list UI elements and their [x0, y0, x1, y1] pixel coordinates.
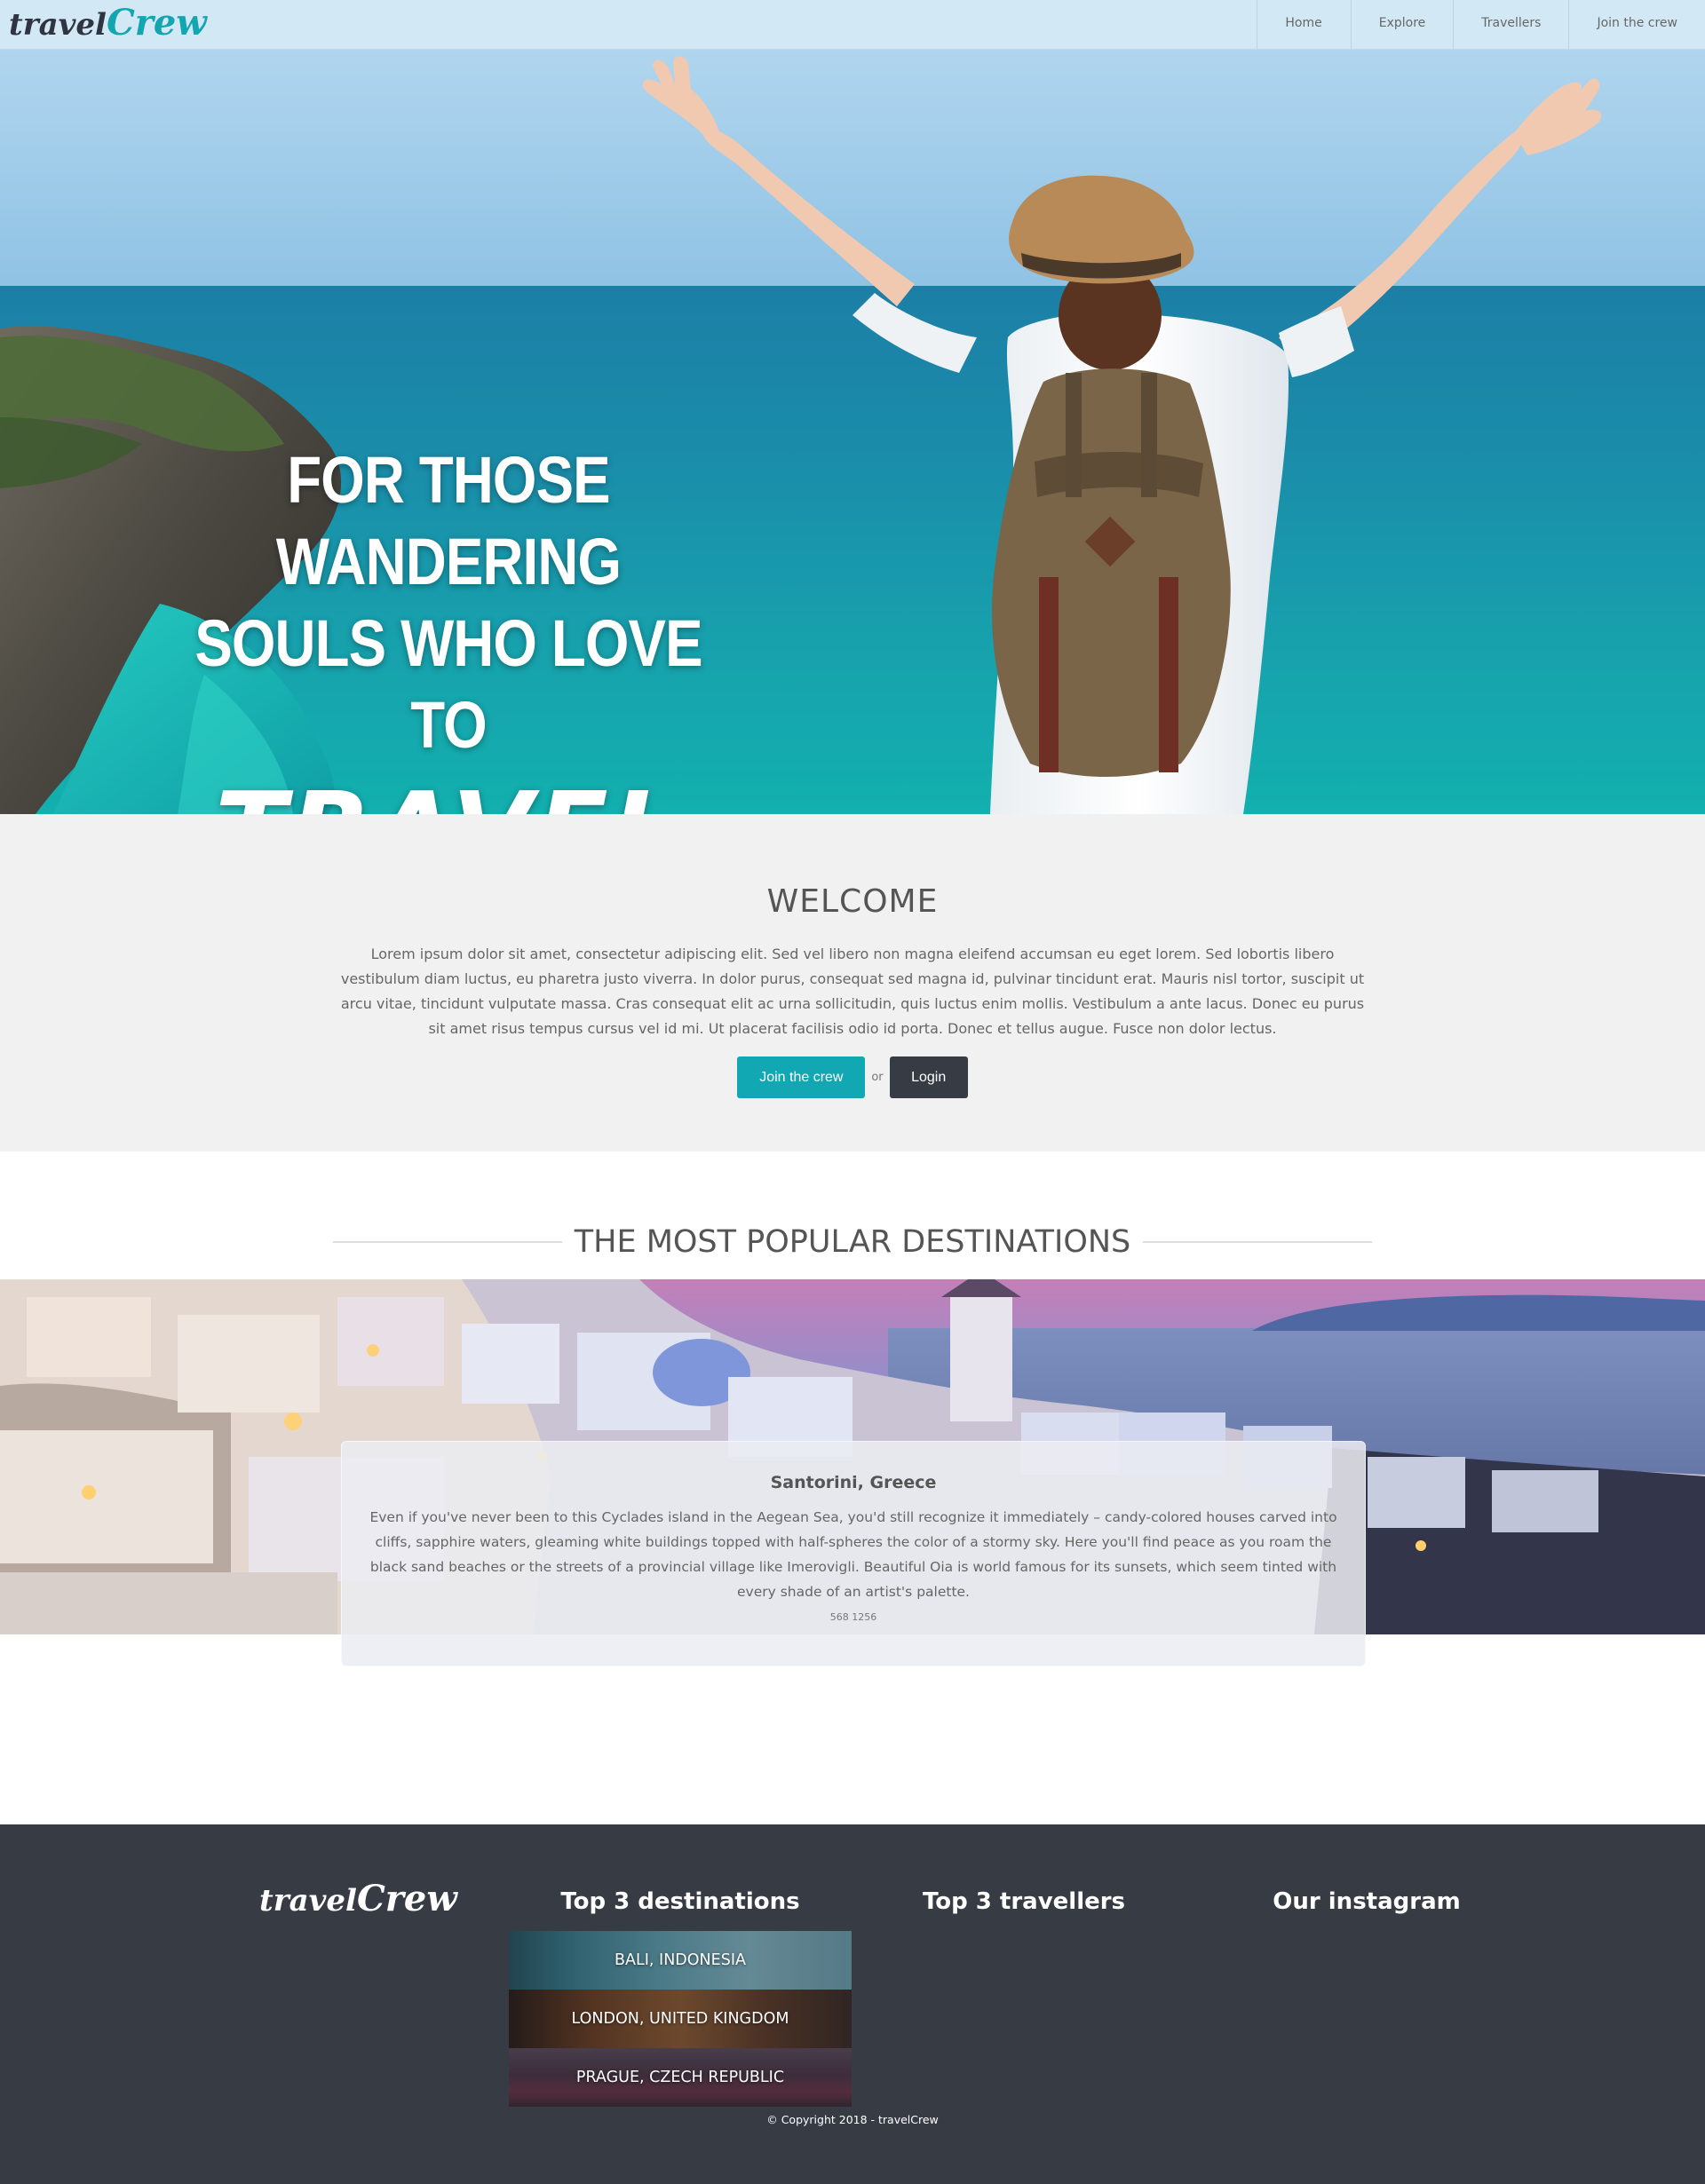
footer-logo[interactable]: travelCrew [259, 1878, 457, 1919]
top-destination-prague[interactable]: PRAGUE, CZECH REPUBLIC [509, 2048, 852, 2107]
destinations-heading: THE MOST POPULAR DESTINATIONS [333, 1222, 1373, 1262]
top-destinations-list: BALI, INDONESIA LONDON, UNITED KINGDOM P… [509, 1931, 852, 2107]
footer-logo-travel: travel [259, 1883, 357, 1919]
destination-stats: 568 1256 [829, 1611, 877, 1623]
welcome-actions: Join the crew or Login [0, 1056, 1705, 1098]
heading-divider-left [333, 1241, 562, 1243]
or-separator: or [871, 1071, 884, 1084]
welcome-section: WELCOME Lorem ipsum dolor sit amet, cons… [0, 814, 1705, 1151]
welcome-title: WELCOME [766, 883, 939, 920]
login-button[interactable]: Login [889, 1056, 968, 1098]
logo-crew: Crew [106, 2, 207, 44]
footer: travelCrew Top 3 destinations Top 3 trav… [0, 1824, 1705, 2184]
nav-link-explore[interactable]: Explore [1350, 0, 1454, 49]
destination-description: Even if you've never been to this Cyclad… [369, 1509, 1337, 1600]
nav-link-travellers[interactable]: Travellers [1453, 0, 1568, 49]
destinations-title: THE MOST POPULAR DESTINATIONS [574, 1224, 1131, 1260]
nav-link-join[interactable]: Join the crew [1568, 0, 1705, 49]
copyright-text: © Copyright 2018 - travelCrew [766, 2113, 939, 2126]
top-navbar: travelCrew Home Explore Travellers Join … [0, 0, 1705, 50]
join-crew-button[interactable]: Join the crew [737, 1056, 866, 1098]
welcome-text: Lorem ipsum dolor sit amet, consectetur … [340, 946, 1365, 1037]
logo-travel: travel [9, 7, 107, 43]
hero-line-travel: TRAVEL [138, 768, 759, 814]
footer-travellers-title: Top 3 travellers [922, 1888, 1126, 1915]
site-logo[interactable]: travelCrew [9, 0, 207, 48]
nav-links: Home Explore Travellers Join the crew [1257, 0, 1705, 49]
footer-instagram-title: Our instagram [1273, 1888, 1461, 1915]
hero-line-1: FOR THOSE WANDERING [275, 443, 622, 598]
destination-card[interactable]: Santorini, Greece Even if you've never b… [341, 1441, 1366, 1666]
hero-section: FOR THOSE WANDERING SOULS WHO LOVE TO TR… [0, 0, 1705, 814]
heading-divider-right [1143, 1241, 1373, 1243]
top-destination-label: LONDON, UNITED KINGDOM [571, 2010, 789, 2028]
top-destination-bali[interactable]: BALI, INDONESIA [509, 1931, 852, 1990]
destination-name: Santorini, Greece [770, 1473, 937, 1492]
hero-line-2: SOULS WHO LOVE TO [194, 606, 702, 762]
top-destination-label: PRAGUE, CZECH REPUBLIC [575, 2069, 785, 2086]
top-destination-label: BALI, INDONESIA [615, 1951, 746, 1969]
hero-headline: FOR THOSE WANDERING SOULS WHO LOVE TO TR… [138, 439, 759, 814]
footer-logo-crew: Crew [356, 1878, 457, 1919]
footer-destinations-title: Top 3 destinations [560, 1888, 800, 1915]
top-destination-london[interactable]: LONDON, UNITED KINGDOM [509, 1990, 852, 2048]
nav-link-home[interactable]: Home [1257, 0, 1350, 49]
